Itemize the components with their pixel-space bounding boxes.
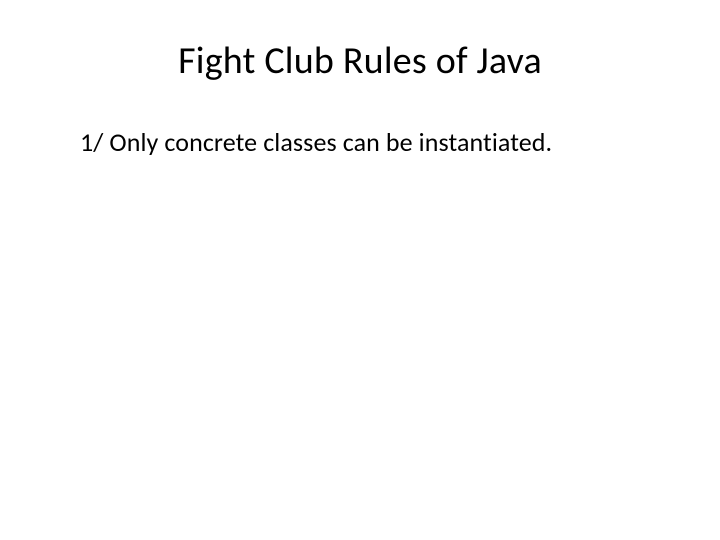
slide-container: Fight Club Rules of Java 1/ Only concret…	[0, 0, 720, 540]
slide-title: Fight Club Rules of Java	[60, 38, 660, 84]
slide-body-text: 1/ Only concrete classes can be instanti…	[60, 126, 660, 158]
